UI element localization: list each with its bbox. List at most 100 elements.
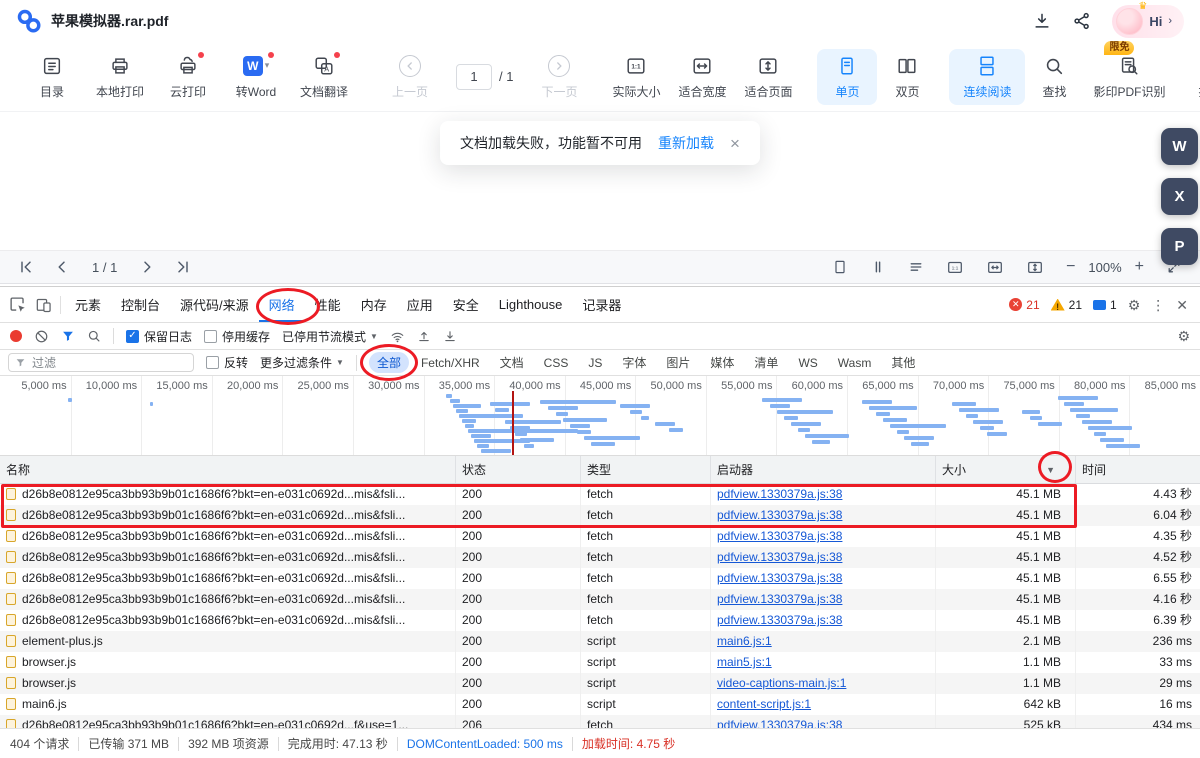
actual-size-icon[interactable]: 1:1 [946, 258, 964, 276]
devtools-tab-源代码/来源[interactable]: 源代码/来源 [170, 287, 259, 322]
initiator-link[interactable]: pdfview.1330379a.js:38 [717, 487, 842, 501]
share-icon[interactable] [1072, 11, 1092, 31]
network-settings-gear-icon[interactable]: ⚙ [1177, 329, 1190, 343]
zoom-in-icon[interactable]: + [1135, 259, 1144, 275]
side-shortcut-w[interactable]: W [1161, 128, 1198, 165]
toolbar-fit-page[interactable]: 适合页面 [735, 49, 801, 105]
page-input[interactable]: 1 [456, 64, 492, 90]
reload-link[interactable]: 重新加载 [658, 133, 714, 153]
initiator-link[interactable]: pdfview.1330379a.js:38 [717, 550, 842, 564]
side-shortcut-p[interactable]: P [1161, 228, 1198, 265]
initiator-link[interactable]: main6.js:1 [717, 634, 772, 648]
initiator-link[interactable]: pdfview.1330379a.js:38 [717, 613, 842, 627]
toolbar-fit-width[interactable]: 适合宽度 [669, 49, 735, 105]
table-row[interactable]: d26b8e0812e95ca3bb93b9b01c1686f6?bkt=en-… [0, 610, 1200, 631]
devtools-tab-Lighthouse[interactable]: Lighthouse [489, 287, 573, 322]
toolbar-actual-size[interactable]: 1:1 实际大小 [603, 49, 669, 105]
fit-page-icon[interactable] [1026, 258, 1044, 276]
filter-chip-字体[interactable]: 字体 [614, 352, 654, 373]
close-icon[interactable]: × [730, 135, 740, 152]
last-page-icon[interactable] [175, 259, 191, 275]
table-row[interactable]: d26b8e0812e95ca3bb93b9b01c1686f6?bkt=en-… [0, 547, 1200, 568]
filter-chip-Wasm[interactable]: Wasm [830, 354, 880, 372]
initiator-link[interactable]: pdfview.1330379a.js:38 [717, 529, 842, 543]
initiator-link[interactable]: pdfview.1330379a.js:38 [717, 718, 842, 728]
column-header-name[interactable]: 名称 [0, 456, 455, 483]
invert-filter-checkbox[interactable]: 反转 [206, 354, 248, 371]
filter-chip-全部[interactable]: 全部 [369, 352, 409, 373]
export-har-icon[interactable] [443, 329, 457, 343]
devtools-tab-应用[interactable]: 应用 [397, 287, 443, 322]
first-page-icon[interactable] [18, 259, 34, 275]
toolbar-translate[interactable]: A 文档翻译 [290, 49, 358, 105]
table-row[interactable]: d26b8e0812e95ca3bb93b9b01c1686f6?bkt=en-… [0, 526, 1200, 547]
fit-width-icon[interactable] [986, 258, 1004, 276]
toolbar-prev-page[interactable]: 上一页 [378, 49, 442, 105]
warning-counter[interactable]: 21 [1051, 298, 1082, 312]
devtools-tab-内存[interactable]: 内存 [351, 287, 397, 322]
column-header-initiator[interactable]: 启动器 [710, 456, 935, 483]
filter-chip-CSS[interactable]: CSS [536, 354, 577, 372]
devtools-tab-性能[interactable]: 性能 [305, 287, 351, 322]
table-row[interactable]: d26b8e0812e95ca3bb93b9b01c1686f6?bkt=en-… [0, 589, 1200, 610]
devtools-tab-记录器[interactable]: 记录器 [572, 287, 631, 322]
toolbar-to-word[interactable]: W▾ 转Word [222, 49, 290, 105]
device-toolbar-icon[interactable] [30, 292, 56, 318]
issues-counter[interactable]: 1 [1093, 298, 1117, 312]
side-shortcut-x[interactable]: X [1161, 178, 1198, 215]
table-row[interactable]: element-plus.js200scriptmain6.js:12.1 MB… [0, 631, 1200, 652]
disable-cache-checkbox[interactable]: 停用缓存 [204, 328, 270, 345]
clear-network-log-icon[interactable] [34, 329, 49, 344]
toolbar-catalog[interactable]: 目录 [18, 49, 86, 105]
table-row[interactable]: d26b8e0812e95ca3bb93b9b01c1686f6?bkt=en-… [0, 715, 1200, 728]
table-row[interactable]: main6.js200scriptcontent-script.js:1642 … [0, 694, 1200, 715]
toolbar-ocr[interactable]: 限免 影印PDF识别 [1083, 49, 1175, 105]
filter-chip-WS[interactable]: WS [790, 354, 825, 372]
filter-chip-其他[interactable]: 其他 [883, 352, 923, 373]
initiator-link[interactable]: pdfview.1330379a.js:38 [717, 508, 842, 522]
table-row[interactable]: browser.js200scriptmain5.js:11.1 MB33 ms [0, 652, 1200, 673]
toolbar-single-page[interactable]: 单页 [817, 49, 877, 105]
initiator-link[interactable]: video-captions-main.js:1 [717, 676, 846, 690]
next-page-icon[interactable] [139, 259, 155, 275]
throttling-select[interactable]: 已停用节流模式▼ [282, 328, 378, 345]
prev-page-icon[interactable] [54, 259, 70, 275]
devtools-tab-网络[interactable]: 网络 [259, 287, 305, 322]
account-menu[interactable]: ♛ Hi › [1112, 5, 1184, 38]
toolbar-find[interactable]: 查找 [1025, 49, 1083, 105]
column-header-type[interactable]: 类型 [580, 456, 710, 483]
more-filters-dropdown[interactable]: 更多过滤条件▼ [260, 354, 344, 371]
filter-chip-JS[interactable]: JS [580, 354, 610, 372]
filter-chip-清单[interactable]: 清单 [746, 352, 786, 373]
toolbar-extract[interactable]: 提取 [1175, 49, 1200, 105]
app-logo-icon[interactable] [16, 8, 42, 34]
filter-toggle-icon[interactable] [61, 329, 75, 343]
table-row[interactable]: d26b8e0812e95ca3bb93b9b01c1686f6?bkt=en-… [0, 484, 1200, 505]
close-devtools-icon[interactable]: ✕ [1176, 298, 1188, 312]
initiator-link[interactable]: pdfview.1330379a.js:38 [717, 592, 842, 606]
toolbar-double-page[interactable]: 双页 [877, 49, 937, 105]
network-overview-timeline[interactable]: 5,000 ms10,000 ms15,000 ms20,000 ms25,00… [0, 376, 1200, 456]
zoom-level[interactable]: 100% [1088, 260, 1121, 275]
preserve-log-checkbox[interactable]: ✓保留日志 [126, 328, 192, 345]
table-row[interactable]: d26b8e0812e95ca3bb93b9b01c1686f6?bkt=en-… [0, 568, 1200, 589]
initiator-link[interactable]: pdfview.1330379a.js:38 [717, 571, 842, 585]
column-header-time[interactable]: 时间 [1075, 456, 1200, 483]
single-page-view-icon[interactable] [832, 259, 848, 275]
network-conditions-icon[interactable] [390, 329, 405, 344]
devtools-tab-控制台[interactable]: 控制台 [111, 287, 170, 322]
error-counter[interactable]: ✕21 [1009, 298, 1039, 312]
devtools-tab-安全[interactable]: 安全 [443, 287, 489, 322]
toolbar-cloud-print[interactable]: 云打印 [154, 49, 222, 105]
kebab-menu-icon[interactable]: ⋮ [1151, 298, 1165, 312]
toolbar-local-print[interactable]: 本地打印 [86, 49, 154, 105]
toolbar-next-page[interactable]: 下一页 [527, 49, 591, 105]
download-icon[interactable] [1032, 11, 1052, 31]
record-button[interactable] [10, 330, 22, 342]
import-har-icon[interactable] [417, 329, 431, 343]
column-header-status[interactable]: 状态 [455, 456, 580, 483]
two-page-view-icon[interactable] [870, 259, 886, 275]
column-header-size[interactable]: 大小▼ [935, 456, 1075, 483]
filter-chip-文档[interactable]: 文档 [492, 352, 532, 373]
thumbnail-list-icon[interactable] [908, 259, 924, 275]
